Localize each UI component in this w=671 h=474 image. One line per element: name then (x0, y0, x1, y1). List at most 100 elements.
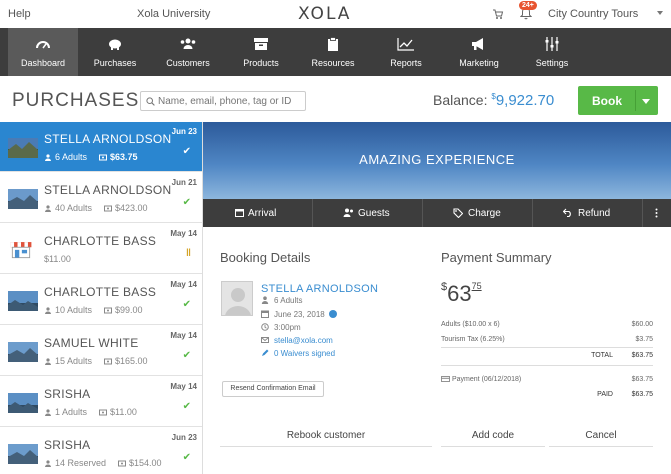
booking-email-text[interactable]: stella@xola.com (274, 336, 333, 345)
nav-purchases-label: Purchases (93, 58, 137, 68)
book-button[interactable]: Book (578, 86, 658, 115)
purchase-meta: 40 Adults $423.00 (44, 203, 148, 213)
list-item[interactable]: CHARLOTTE BASS May 14 10 Adults $99.00 ✔ (0, 275, 202, 325)
search-box[interactable] (140, 91, 306, 111)
tag-icon (453, 208, 463, 218)
university-link[interactable]: Xola University (137, 8, 210, 20)
customer-name: SRISHA (44, 438, 91, 452)
notification-badge[interactable]: 24+ (519, 1, 537, 10)
person-icon (45, 205, 51, 212)
rebook-customer-button[interactable]: Rebook customer (220, 427, 432, 447)
booking-waivers[interactable]: 0 Waivers signed (261, 349, 335, 358)
nav-reports[interactable]: Reports (373, 28, 439, 76)
nav-dashboard[interactable]: Dashboard (8, 28, 78, 76)
resend-confirmation-button[interactable]: Resend Confirmation Email (222, 381, 324, 397)
booking-date: June 23, 2018 (261, 310, 337, 319)
chevron-down-icon[interactable] (657, 11, 663, 15)
search-input[interactable] (158, 94, 303, 108)
booking-details-title: Booking Details (220, 250, 311, 265)
charge-button[interactable]: Charge (423, 199, 533, 227)
nav-settings[interactable]: Settings (519, 28, 585, 76)
check-icon: ✔ (182, 299, 191, 310)
person-icon (261, 296, 269, 304)
guests-label: Guests (358, 208, 390, 219)
check-icon: ✔ (182, 197, 191, 208)
total-cents: 75 (471, 281, 482, 291)
purchase-date: Jun 23 (171, 433, 197, 442)
piggy-bank-icon (109, 39, 121, 50)
sliders-icon (545, 37, 559, 51)
list-item[interactable]: STELLA ARNOLDSON Jun 23 6 Adults $63.75 ✔ (0, 122, 202, 172)
cart-icon[interactable] (492, 8, 504, 20)
divider (441, 365, 653, 366)
list-item[interactable]: STELLA ARNOLDSON Jun 21 40 Adults $423.00… (0, 173, 202, 223)
cancel-button[interactable]: Cancel (549, 427, 653, 447)
customer-name: SRISHA (44, 387, 91, 401)
line-item-label: Adults ($10.00 x 6) (441, 321, 500, 328)
booking-time-text: 3:00pm (274, 323, 301, 332)
divider (441, 347, 653, 348)
add-code-button[interactable]: Add code (441, 427, 545, 447)
list-item[interactable]: SRISHA Jun 23 14 Reserved $154.00 ✔ (0, 428, 202, 474)
megaphone-icon (472, 38, 483, 50)
nav-resources-label: Resources (311, 58, 355, 68)
arrival-button[interactable]: Arrival (203, 199, 313, 227)
credit-card-icon (441, 376, 450, 382)
experience-title: AMAZING EXPERIENCE (359, 152, 515, 167)
search-icon (146, 97, 155, 106)
nav-dashboard-label: Dashboard (20, 58, 66, 68)
experience-thumbnail (8, 342, 38, 362)
edit-date-icon[interactable] (328, 310, 337, 318)
account-menu[interactable]: City Country Tours (548, 8, 638, 20)
check-icon: ✔ (182, 350, 191, 361)
refund-label: Refund (578, 208, 611, 219)
purchase-amount: $165.00 (115, 356, 148, 366)
xola-logo[interactable]: XOLA (298, 4, 351, 24)
line-item-value: $3.75 (635, 336, 653, 343)
nav-resources[interactable]: Resources (300, 28, 366, 76)
line-item: Adults ($10.00 x 6) $60.00 (441, 321, 653, 328)
cash-icon (104, 205, 113, 212)
main-nav: Dashboard Purchases Customers Products R… (0, 28, 671, 76)
purchase-meta: $11.00 (44, 254, 71, 264)
list-item[interactable]: CHARLOTTE BASS May 14 $11.00 ǁ (0, 224, 202, 274)
purchase-amount: $154.00 (129, 458, 162, 468)
check-icon: ✔ (182, 146, 191, 157)
total-label: TOTAL (591, 352, 613, 359)
purchase-list: STELLA ARNOLDSON Jun 23 6 Adults $63.75 ✔… (0, 122, 203, 474)
refund-button[interactable]: Refund (533, 199, 643, 227)
payment-row: Payment (06/12/2018) $63.75 (441, 376, 653, 383)
help-link[interactable]: Help (8, 8, 31, 20)
clipboard-icon (328, 37, 338, 51)
nav-customers[interactable]: Customers (155, 28, 221, 76)
paid-value: $63.75 (631, 391, 653, 398)
guest-count: 1 Adults (55, 407, 88, 417)
guests-button[interactable]: Guests (313, 199, 423, 227)
more-vertical-icon (655, 208, 658, 218)
purchase-meta: 10 Adults $99.00 (44, 305, 143, 315)
undo-icon (563, 208, 571, 217)
customer-name: CHARLOTTE BASS (44, 285, 157, 299)
nav-purchases[interactable]: Purchases (82, 28, 148, 76)
list-item[interactable]: SAMUEL WHITE May 14 15 Adults $165.00 ✔ (0, 326, 202, 376)
book-button-divider (635, 90, 636, 111)
box-icon (254, 38, 268, 50)
guest-count: 15 Adults (55, 356, 93, 366)
chevron-down-icon[interactable] (642, 99, 650, 104)
booking-email[interactable]: stella@xola.com (261, 336, 333, 345)
nav-marketing[interactable]: Marketing (446, 28, 512, 76)
nav-products[interactable]: Products (228, 28, 294, 76)
line-item: Tourism Tax (6.25%) $3.75 (441, 336, 653, 343)
list-item[interactable]: SRISHA May 14 1 Adults $11.00 ✔ (0, 377, 202, 427)
line-item-value: $60.00 (631, 321, 653, 328)
envelope-icon (261, 337, 269, 343)
shop-icon (10, 242, 32, 259)
nav-reports-label: Reports (390, 58, 422, 68)
guest-count: 6 Adults (55, 152, 88, 162)
customer-name-link[interactable]: STELLA ARNOLDSON (261, 283, 378, 295)
payment-summary-title: Payment Summary (441, 250, 552, 265)
person-icon (45, 358, 51, 365)
more-actions-button[interactable] (643, 199, 671, 227)
balance-label: Balance: (433, 92, 488, 108)
waivers-text[interactable]: 0 Waivers signed (274, 349, 335, 358)
